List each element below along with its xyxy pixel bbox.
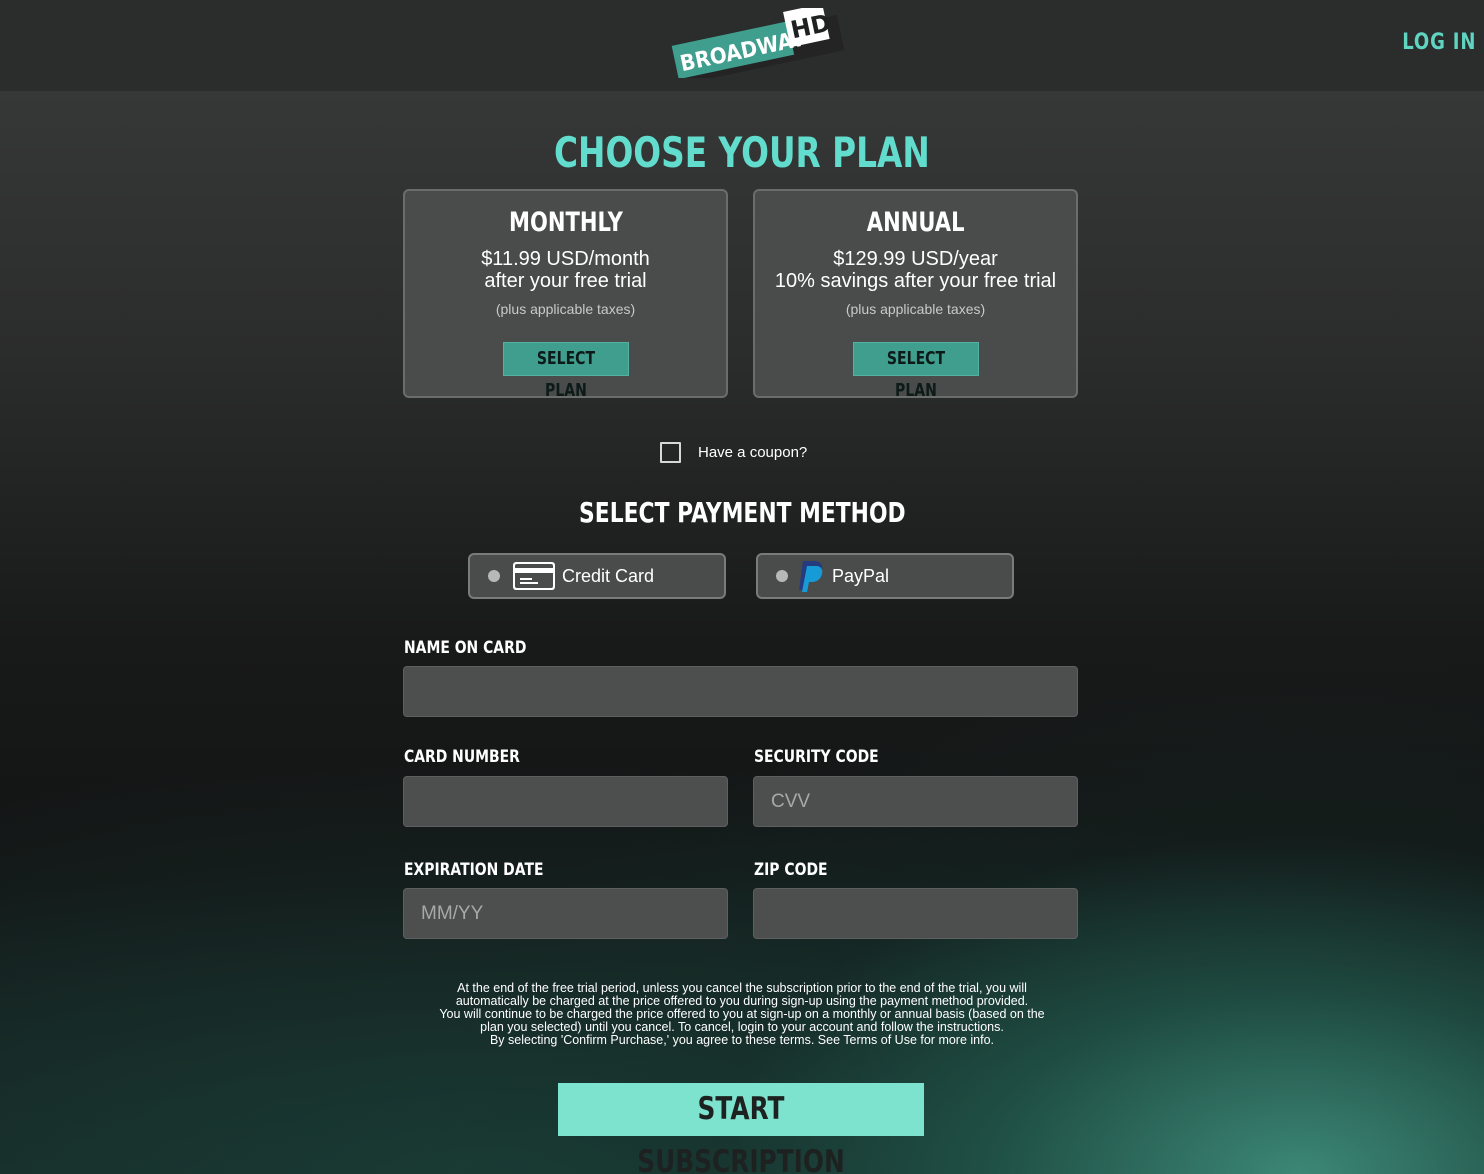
select-plan-annual-button[interactable]: SELECT PLAN <box>852 342 979 401</box>
coupon-toggle[interactable]: Have a coupon? <box>660 441 807 463</box>
zip-code-input[interactable] <box>753 888 1078 939</box>
select-plan-monthly-button[interactable]: SELECT PLAN <box>502 342 629 401</box>
broadwayhd-logo[interactable]: BROADWAY HD <box>668 8 848 78</box>
plan-price-note: after your free trial <box>484 270 647 292</box>
plan-card-monthly: MONTHLY $11.99 USD/month after your free… <box>403 189 728 401</box>
select-plan-label: SELECT PLAN <box>886 348 945 401</box>
paypal-icon <box>799 561 823 592</box>
legal-disclaimer: At the end of the free trial period, unl… <box>400 982 1084 1047</box>
plan-card-annual: ANNUAL $129.99 USD/year 10% savings afte… <box>753 189 1078 401</box>
paypal-radio[interactable] <box>776 570 788 582</box>
security-code-label: SECURITY CODE <box>754 747 879 767</box>
plan-tax-note: (plus applicable taxes) <box>495 301 636 317</box>
card-number-label: CARD NUMBER <box>404 747 520 767</box>
name-on-card-label: NAME ON CARD <box>404 638 526 658</box>
select-plan-label: SELECT PLAN <box>536 348 595 401</box>
coupon-checkbox[interactable] <box>660 441 681 463</box>
plan-price: $11.99 USD/month <box>481 248 650 270</box>
login-link[interactable]: LOG IN <box>1402 30 1476 55</box>
name-on-card-label-text: NAME ON CARD <box>404 638 527 658</box>
payment-method-paypal[interactable]: PayPal <box>756 553 1014 599</box>
plan-name: ANNUAL <box>866 207 965 238</box>
plan-price: $129.99 USD/year <box>833 248 998 270</box>
payment-section-title: SELECT PAYMENT METHOD <box>0 496 1484 529</box>
expiration-date-label-text: EXPIRATION DATE <box>404 860 544 880</box>
security-code-label-text: SECURITY CODE <box>754 747 879 767</box>
plan-price-note: 10% savings after your free trial <box>774 270 1057 292</box>
security-code-input[interactable] <box>753 776 1078 827</box>
page-title-text: CHOOSE YOUR PLAN <box>554 128 930 177</box>
zip-code-label: ZIP CODE <box>754 860 828 880</box>
card-number-label-text: CARD NUMBER <box>404 747 520 767</box>
credit-card-icon <box>513 562 555 590</box>
legal-line: By selecting 'Confirm Purchase,' you agr… <box>489 1033 995 1047</box>
plan-tax-note: (plus applicable taxes) <box>845 301 986 317</box>
expiration-date-label: EXPIRATION DATE <box>404 860 543 880</box>
page-title: CHOOSE YOUR PLAN <box>0 128 1484 177</box>
card-number-input[interactable] <box>403 776 728 827</box>
name-on-card-input[interactable] <box>403 666 1078 717</box>
credit-card-radio[interactable] <box>488 570 500 582</box>
coupon-label: Have a coupon? <box>698 443 808 461</box>
paypal-label: PayPal <box>832 565 890 586</box>
start-subscription-label: START SUBSCRIPTION <box>637 1091 845 1174</box>
payment-section-title-text: SELECT PAYMENT METHOD <box>578 496 906 529</box>
plan-name: MONTHLY <box>508 207 623 238</box>
payment-method-credit-card[interactable]: Credit Card <box>468 553 726 599</box>
expiration-date-input[interactable] <box>403 888 728 939</box>
top-bar: BROADWAY HD LOG IN <box>0 0 1484 91</box>
credit-card-label: Credit Card <box>562 565 655 586</box>
zip-code-label-text: ZIP CODE <box>754 860 828 880</box>
start-subscription-button[interactable]: START SUBSCRIPTION <box>558 1083 924 1174</box>
